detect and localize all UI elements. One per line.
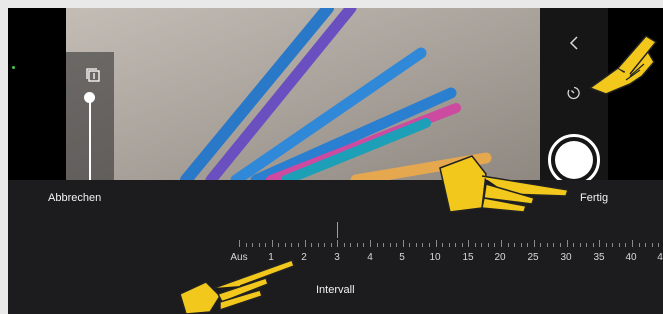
hand-pointer-icon [588,35,658,95]
ruler-major-tick [239,240,240,247]
ruler-minor-tick [560,243,561,247]
status-dot [12,66,15,69]
ruler-minor-tick [259,243,260,247]
ruler-minor-tick [298,243,299,247]
ruler-major-tick [567,240,568,247]
ruler-minor-tick [573,243,574,247]
ruler-major-tick [599,240,600,247]
ruler-major-tick [534,240,535,247]
zoom-slider-knob[interactable] [84,92,95,103]
hand-pointer-icon [179,259,295,314]
burst-stack-icon[interactable] [86,68,100,82]
ruler-minor-tick [462,243,463,247]
ruler-major-tick [436,240,437,247]
cancel-button[interactable]: Abbrechen [48,192,101,204]
ruler-minor-tick [377,243,378,247]
interval-selection-indicator [337,222,338,238]
ruler-minor-tick [324,243,325,247]
zoom-slider-track[interactable] [89,98,91,182]
scale-label[interactable]: 35 [593,252,604,263]
scale-label[interactable]: 3 [334,252,340,263]
scale-label[interactable]: 15 [462,252,473,263]
scale-label[interactable]: 20 [494,252,505,263]
ruler-minor-tick [494,243,495,247]
ruler-minor-tick [619,243,620,247]
timer-icon[interactable] [567,86,581,100]
scale-label[interactable]: 25 [527,252,538,263]
interval-title: Intervall [316,284,355,296]
ruler-major-tick [305,240,306,247]
ruler-minor-tick [246,243,247,247]
ruler-major-tick [403,240,404,247]
ruler-minor-tick [396,243,397,247]
ruler-minor-tick [553,243,554,247]
ruler-minor-tick [475,243,476,247]
ruler-minor-tick [429,243,430,247]
ruler-minor-tick [652,243,653,247]
ruler-minor-tick [318,243,319,247]
scale-label[interactable]: 2 [301,252,307,263]
scale-label[interactable]: 4 [367,252,373,263]
ruler-minor-tick [527,243,528,247]
ruler-minor-tick [547,243,548,247]
ruler-minor-tick [612,243,613,247]
scale-label[interactable]: 5 [399,252,405,263]
ruler-minor-tick [639,243,640,247]
ruler-minor-tick [658,243,659,247]
ruler-minor-tick [390,243,391,247]
ruler-minor-tick [252,243,253,247]
ruler-minor-tick [455,243,456,247]
ruler-minor-tick [508,243,509,247]
ruler-major-tick [370,240,371,247]
ruler-minor-tick [514,243,515,247]
ruler-minor-tick [416,243,417,247]
ruler-minor-tick [422,243,423,247]
ruler-minor-tick [521,243,522,247]
ruler-minor-tick [540,243,541,247]
ruler-minor-tick [357,243,358,247]
ruler-minor-tick [344,243,345,247]
ruler-minor-tick [350,243,351,247]
ruler-minor-tick [625,243,626,247]
ruler-minor-tick [331,243,332,247]
ruler-minor-tick [278,243,279,247]
scale-label[interactable]: 30 [560,252,571,263]
ruler-minor-tick [606,243,607,247]
hand-pointer-icon [439,155,569,213]
ruler-minor-tick [488,243,489,247]
ruler-minor-tick [442,243,443,247]
scale-label[interactable]: 10 [429,252,440,263]
ruler-major-tick [272,240,273,247]
ruler-major-tick [468,240,469,247]
ruler-minor-tick [580,243,581,247]
ruler-minor-tick [645,243,646,247]
ruler-minor-tick [311,243,312,247]
ruler-minor-tick [383,243,384,247]
ruler-minor-tick [593,243,594,247]
ruler-minor-tick [409,243,410,247]
ruler-minor-tick [363,243,364,247]
ruler-minor-tick [586,243,587,247]
chevron-left-icon[interactable] [569,36,579,50]
ruler-major-tick [632,240,633,247]
done-button[interactable]: Fertig [580,192,608,204]
camera-screen: Abbrechen Fertig Aus 1 2 3 4 5 10 15 20 … [8,8,663,314]
ruler-minor-tick [285,243,286,247]
ruler-major-tick [337,240,338,247]
scale-label[interactable]: 40 [625,252,636,263]
left-tool-panel [66,52,114,182]
ruler-minor-tick [265,243,266,247]
ruler-minor-tick [449,243,450,247]
ruler-minor-tick [481,243,482,247]
scale-label[interactable]: 4 [657,252,663,263]
ruler-major-tick [501,240,502,247]
ruler-minor-tick [291,243,292,247]
